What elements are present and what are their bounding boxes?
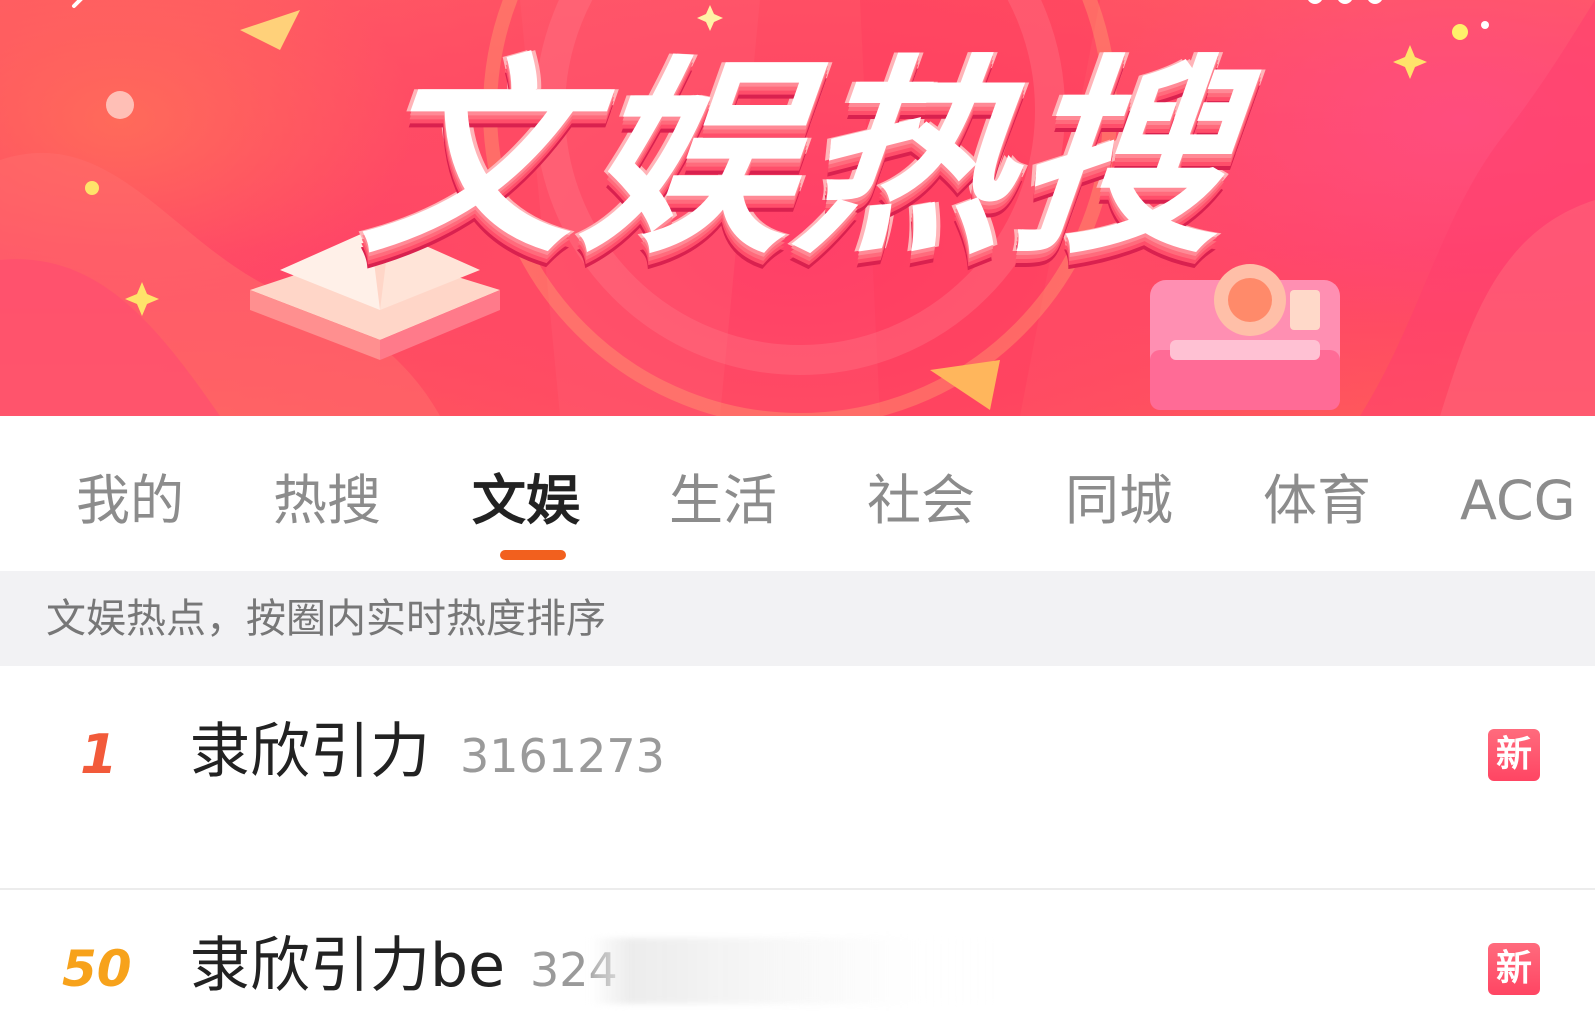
status-bar-icon [1308, 0, 1382, 4]
banner: 文娱热搜 [0, 0, 1595, 416]
category-tabs: 我的 热搜 文娱 生活 社会 同城 体育 ACG [0, 416, 1595, 571]
hint-bar: 文娱热点，按圈内实时热度排序 [0, 571, 1595, 666]
tab-hot-search[interactable]: 热搜 [273, 466, 381, 536]
banner-title: 文娱热搜 [355, 37, 1245, 282]
new-badge: 新 [1488, 729, 1540, 781]
topic-title[interactable]: 隶欣引力be [190, 928, 505, 1004]
active-tab-indicator [500, 550, 566, 560]
back-icon[interactable] [66, 0, 94, 20]
heat-count: 3161273 [460, 729, 665, 783]
list-item[interactable]: 50 隶欣引力be 324 新 [0, 890, 1595, 1024]
hint-text: 文娱热点，按圈内实时热度排序 [46, 596, 606, 642]
tab-society[interactable]: 社会 [867, 466, 975, 536]
redaction-blur [590, 938, 1000, 1004]
tab-life[interactable]: 生活 [669, 466, 777, 536]
new-badge: 新 [1488, 943, 1540, 995]
tab-mine[interactable]: 我的 [76, 466, 184, 536]
tab-sports[interactable]: 体育 [1263, 466, 1371, 536]
topic-title[interactable]: 隶欣引力 [190, 714, 430, 790]
tab-entertainment[interactable]: 文娱 [472, 466, 580, 536]
tab-local[interactable]: 同城 [1065, 466, 1173, 536]
rank-number: 50 [62, 940, 132, 998]
tab-acg[interactable]: ACG [1460, 466, 1576, 536]
rank-number: 1 [80, 723, 118, 786]
list-item[interactable]: 1 隶欣引力 3161273 新 [0, 666, 1595, 890]
